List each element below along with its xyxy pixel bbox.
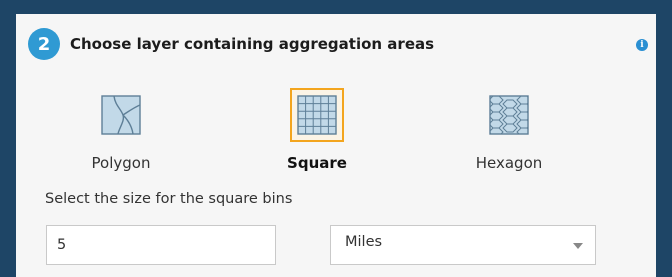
aggregation-panel: 2 Choose layer containing aggregation ar… xyxy=(16,14,656,277)
distance-unit-select[interactable]: Miles xyxy=(330,225,596,265)
option-hexagon-label: Hexagon xyxy=(475,154,543,172)
step-header: 2 Choose layer containing aggregation ar… xyxy=(28,28,434,60)
option-square-label: Square xyxy=(287,154,347,172)
bin-size-label: Select the size for the square bins xyxy=(45,191,293,207)
chevron-down-icon xyxy=(573,243,583,249)
option-polygon-label: Polygon xyxy=(91,154,151,172)
info-icon[interactable]: i xyxy=(636,39,648,51)
bin-size-input[interactable] xyxy=(46,225,276,265)
aggregation-shape-options: Polygon Square Hexagon xyxy=(16,88,656,198)
distance-unit-value: Miles xyxy=(345,234,383,250)
step-number-badge: 2 xyxy=(28,28,60,60)
polygon-grid-icon xyxy=(94,88,148,142)
hexagon-grid-icon xyxy=(482,88,536,142)
step-title: Choose layer containing aggregation area… xyxy=(70,35,435,53)
square-grid-icon xyxy=(290,88,344,142)
